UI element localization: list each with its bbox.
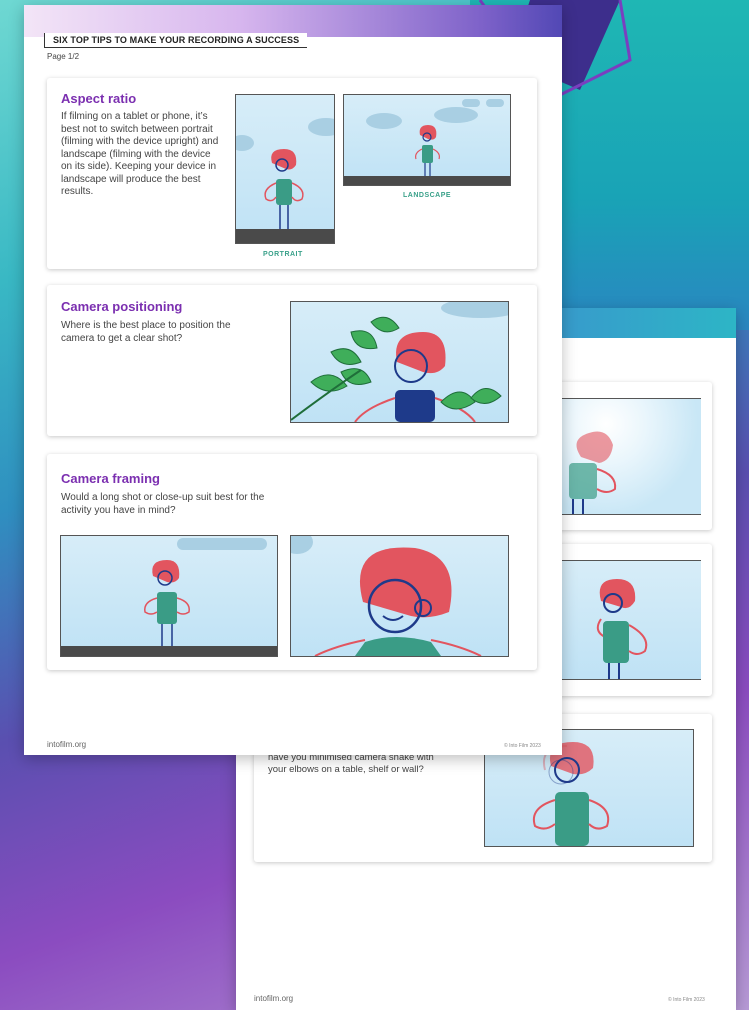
ground: [344, 176, 510, 185]
camera-positioning-image: [290, 301, 509, 423]
character-illustration: [291, 302, 508, 422]
back-card-steady-image: [560, 560, 701, 680]
section-heading: Aspect ratio: [61, 91, 137, 106]
front-footer-right: © Into Film 2023: [504, 743, 541, 749]
long-shot-image: [60, 535, 278, 657]
section-body: Would a long shot or close-up suit best …: [61, 492, 265, 516]
section-body: If filming on a tablet or phone, it’s be…: [61, 111, 219, 197]
character-illustration: [569, 431, 617, 514]
section-body: Where is the best place to position the …: [61, 320, 231, 344]
ground: [236, 229, 334, 243]
character-illustration: [596, 579, 648, 679]
character-illustration: [291, 536, 482, 656]
back-footer-left: intofilm.org: [254, 994, 294, 1003]
card-aspect-ratio: Aspect ratio If filming on a tablet or p…: [47, 78, 537, 269]
back-card-lighting-image: [560, 398, 701, 515]
character-illustration: [366, 99, 504, 176]
front-footer-left: intofilm.org: [47, 740, 87, 749]
section-heading: Camera framing: [61, 471, 160, 486]
back-card-shake-text-2: your elbows on a table, shelf or wall?: [268, 764, 424, 775]
ground: [61, 646, 277, 656]
back-card-lighting: [544, 382, 712, 530]
page-title: SIX TOP TIPS TO MAKE YOUR RECORDING A SU…: [44, 33, 308, 48]
character-illustration: [236, 118, 334, 229]
section-heading: Camera positioning: [61, 299, 183, 314]
card-camera-positioning: Camera positioning Where is the best pla…: [47, 285, 537, 436]
portrait-image: [235, 94, 335, 244]
page-number: Page 1/2: [47, 52, 80, 61]
back-card-steady: [544, 544, 712, 696]
character-illustration: [144, 538, 267, 646]
caption-landscape: LANDSCAPE: [403, 192, 452, 199]
front-page: SIX TOP TIPS TO MAKE YOUR RECORDING A SU…: [24, 5, 562, 755]
back-footer-right: © Into Film 2023: [668, 997, 705, 1003]
landscape-image: [343, 94, 511, 186]
caption-portrait: PORTRAIT: [263, 251, 303, 258]
close-up-image: [290, 535, 509, 657]
card-camera-framing: Camera framing Would a long shot or clos…: [47, 454, 537, 670]
